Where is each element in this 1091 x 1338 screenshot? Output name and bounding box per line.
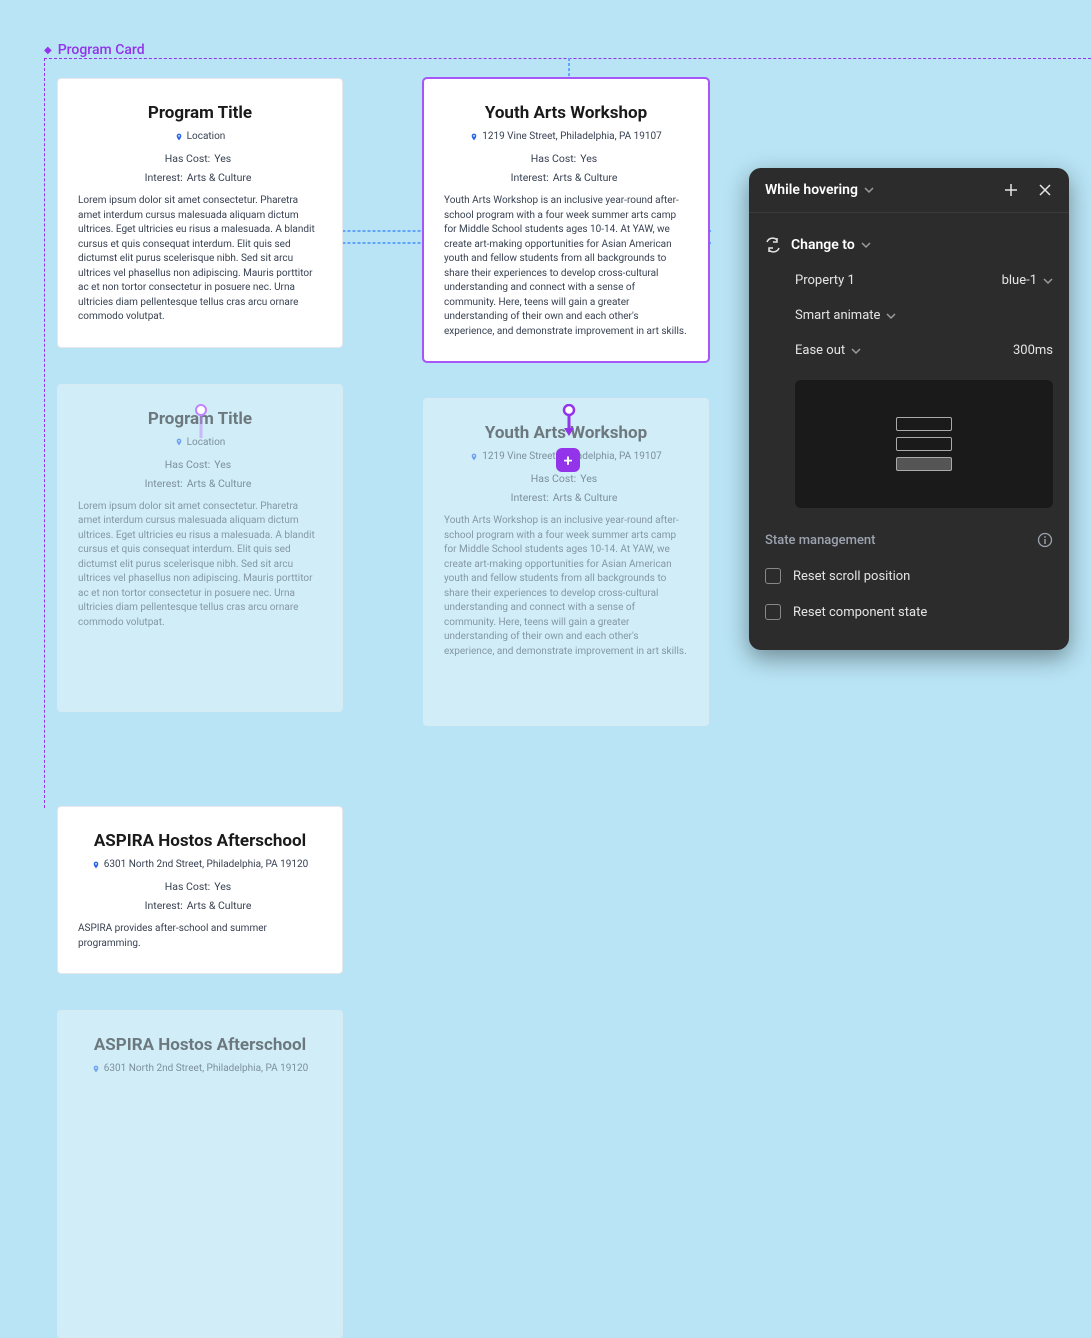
card-location: 6301 North 2nd Street, Philadelphia, PA … — [78, 1063, 322, 1074]
component-label-text: Program Card — [58, 42, 145, 58]
card-column: Youth Arts Workshop 1219 Vine Street, Ph… — [423, 78, 709, 726]
location-pin-icon — [92, 1064, 100, 1074]
location-text: Location — [187, 437, 226, 448]
card-location: Location — [78, 437, 322, 448]
card-title: ASPIRA Hostos Afterschool — [78, 831, 322, 851]
location-pin-icon — [470, 452, 478, 462]
plus-icon: + — [564, 451, 573, 470]
prototype-connector-icon[interactable] — [192, 404, 210, 438]
location-pin-icon — [470, 132, 478, 142]
card-body: Lorem ipsum dolor sit amet consectetur. … — [78, 500, 322, 631]
preview-stack-icon — [896, 417, 952, 471]
location-pin-icon — [92, 860, 100, 870]
has-cost-row: Has Cost:Yes — [444, 152, 688, 165]
location-pin-icon — [175, 437, 183, 447]
duration-input[interactable]: 300ms — [1013, 343, 1053, 358]
easing-dropdown[interactable]: Ease out — [795, 343, 861, 358]
has-cost-row: Has Cost:Yes — [78, 880, 322, 893]
trigger-dropdown[interactable]: While hovering — [765, 182, 874, 198]
property-row: Property 1 blue-1 — [765, 263, 1053, 298]
reset-scroll-checkbox[interactable]: Reset scroll position — [765, 558, 1053, 594]
card-location: 1219 Vine Street, Philadelphia, PA 19107 — [444, 131, 688, 142]
trigger-label: While hovering — [765, 182, 858, 198]
animation-preview — [795, 380, 1053, 508]
animation-row: Smart animate — [765, 298, 1053, 333]
property-label: Property 1 — [795, 273, 855, 288]
interest-row: Interest:Arts & Culture — [78, 171, 322, 184]
has-cost-row: Has Cost:Yes — [78, 458, 322, 471]
reset-scroll-label: Reset scroll position — [793, 569, 910, 584]
easing-label: Ease out — [795, 343, 845, 358]
location-text: 6301 North 2nd Street, Philadelphia, PA … — [104, 1063, 308, 1074]
card-body: Lorem ipsum dolor sit amet consectetur. … — [78, 194, 322, 325]
animation-dropdown[interactable]: Smart animate — [795, 308, 896, 323]
add-variant-button[interactable]: + — [556, 448, 580, 472]
location-text: 1219 Vine Street, Philadelphia, PA 19107 — [482, 131, 662, 142]
component-frame-label[interactable]: Program Card — [44, 42, 145, 58]
card-title: Youth Arts Workshop — [444, 103, 688, 123]
card-title: ASPIRA Hostos Afterschool — [78, 1035, 322, 1055]
program-card-hover[interactable]: ASPIRA Hostos Afterschool 6301 North 2nd… — [57, 1010, 343, 1338]
panel-body: Change to Property 1 blue-1 Smart animat… — [749, 213, 1069, 650]
plus-icon — [1003, 182, 1019, 198]
interest-row: Interest:Arts & Culture — [444, 171, 688, 184]
close-panel-button[interactable] — [1037, 182, 1053, 198]
action-label: Change to — [791, 237, 855, 253]
chevron-down-icon — [851, 346, 861, 356]
panel-header-actions — [1003, 182, 1053, 198]
card-body: Youth Arts Workshop is an inclusive year… — [444, 194, 688, 339]
property-value: blue-1 — [1002, 273, 1037, 288]
panel-header: While hovering — [749, 168, 1069, 213]
reset-component-label: Reset component state — [793, 605, 927, 620]
has-cost-row: Has Cost:Yes — [78, 152, 322, 165]
action-dropdown[interactable]: Change to — [791, 237, 871, 253]
program-card[interactable]: ASPIRA Hostos Afterschool 6301 North 2nd… — [57, 806, 343, 974]
chevron-down-icon — [861, 240, 871, 250]
card-title: Program Title — [78, 103, 322, 123]
chevron-down-icon — [1043, 276, 1053, 286]
card-body: Youth Arts Workshop is an inclusive year… — [444, 514, 688, 659]
location-pin-icon — [175, 132, 183, 142]
program-card[interactable]: Program Title Location Has Cost:Yes Inte… — [57, 78, 343, 348]
close-icon — [1037, 182, 1053, 198]
interaction-panel: While hovering Change to Property 1 blue… — [749, 168, 1069, 650]
property-value-dropdown[interactable]: blue-1 — [1002, 273, 1053, 288]
prototype-connector-icon[interactable] — [560, 404, 578, 438]
action-row: Change to — [765, 227, 1053, 263]
location-text: 6301 North 2nd Street, Philadelphia, PA … — [104, 859, 308, 870]
interest-row: Interest:Arts & Culture — [444, 491, 688, 504]
interest-row: Interest:Arts & Culture — [78, 477, 322, 490]
reset-component-checkbox[interactable]: Reset component state — [765, 594, 1053, 630]
add-interaction-button[interactable] — [1003, 182, 1019, 198]
animation-label: Smart animate — [795, 308, 880, 323]
has-cost-row: Has Cost:Yes — [444, 472, 688, 485]
card-column: ASPIRA Hostos Afterschool 6301 North 2nd… — [57, 806, 343, 1338]
card-column: Program Title Location Has Cost:Yes Inte… — [57, 78, 343, 726]
card-body: ASPIRA provides after-school and summer … — [78, 922, 322, 951]
checkbox-icon — [765, 568, 781, 584]
info-icon[interactable] — [1037, 532, 1053, 548]
chevron-down-icon — [864, 185, 874, 195]
state-management-section: State management — [765, 526, 1053, 558]
card-location: Location — [78, 131, 322, 142]
chevron-down-icon — [886, 311, 896, 321]
card-location: 6301 North 2nd Street, Philadelphia, PA … — [78, 859, 322, 870]
interest-row: Interest:Arts & Culture — [78, 899, 322, 912]
checkbox-icon — [765, 604, 781, 620]
program-card-selected[interactable]: Youth Arts Workshop 1219 Vine Street, Ph… — [423, 78, 709, 362]
location-text: Location — [187, 131, 226, 142]
easing-row: Ease out 300ms — [765, 333, 1053, 368]
state-mgmt-label: State management — [765, 533, 876, 548]
swap-icon — [765, 237, 781, 253]
